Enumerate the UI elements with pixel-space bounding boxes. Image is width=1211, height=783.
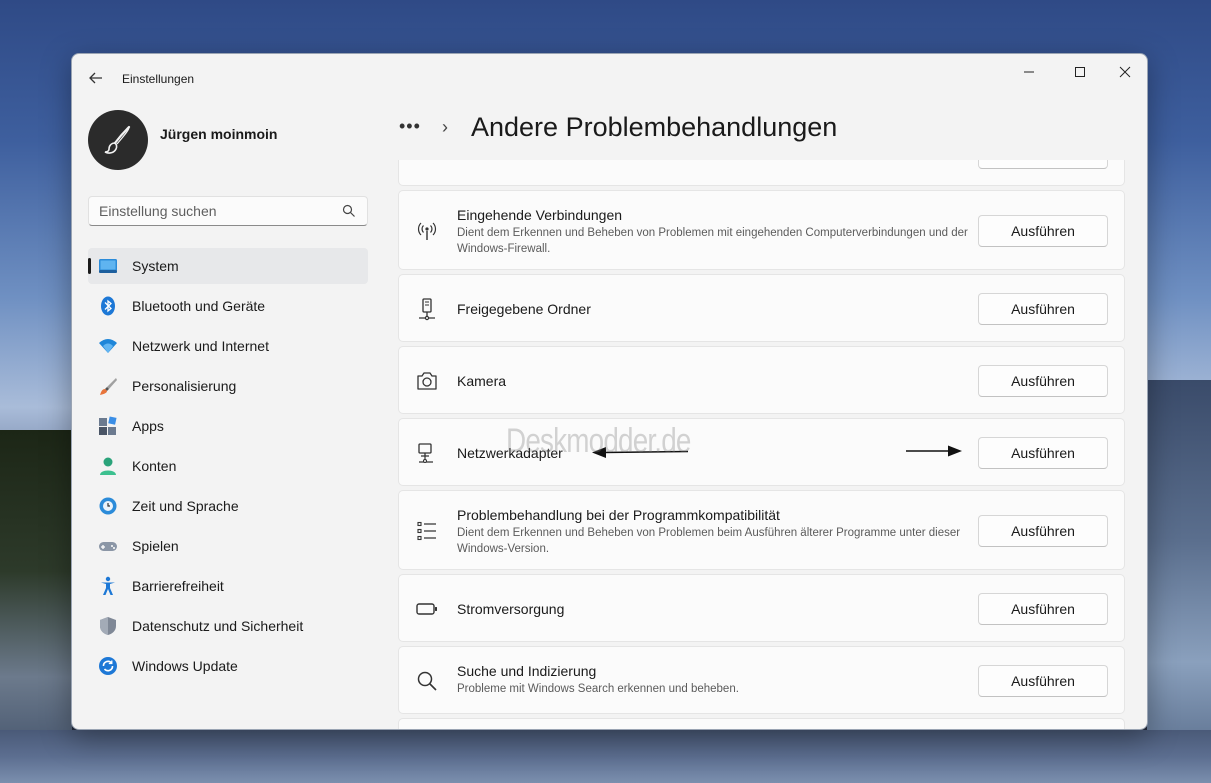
apps-icon — [99, 416, 117, 435]
sidebar-item-label: Bluetooth und Geräte — [132, 298, 266, 314]
back-button[interactable] — [86, 68, 106, 88]
run-button[interactable]: Ausführen — [978, 437, 1108, 469]
shield-icon — [100, 617, 116, 635]
selection-indicator — [88, 258, 91, 274]
sidebar-item-apps[interactable]: Apps — [88, 408, 368, 444]
paintbrush-icon — [104, 125, 131, 154]
desktop-background-bottom — [0, 730, 1211, 783]
troubleshooter-title: Stromversorgung — [457, 601, 565, 617]
run-button[interactable]: Ausführen — [978, 515, 1108, 547]
accessibility-icon — [101, 576, 115, 595]
title-bar: Einstellungen — [72, 54, 1147, 102]
run-button[interactable]: Ausführen — [978, 665, 1108, 697]
sidebar-item-accessibility[interactable]: Barrierefreiheit — [88, 568, 368, 604]
sidebar-item-label: Konten — [132, 458, 177, 474]
brush-icon — [100, 378, 117, 395]
sidebar-item-label: Windows Update — [132, 658, 238, 674]
sidebar-item-gaming[interactable]: Spielen — [88, 528, 368, 564]
list-item-search-indexing: Suche und Indizierung Probleme mit Windo… — [398, 646, 1125, 714]
close-button[interactable] — [1102, 58, 1147, 88]
camera-icon — [417, 372, 437, 390]
sidebar-item-privacy[interactable]: Datenschutz und Sicherheit — [88, 608, 368, 644]
network-adapter-icon — [418, 443, 433, 464]
run-button[interactable]: Ausführen — [978, 593, 1108, 625]
sidebar-item-network[interactable]: Netzwerk und Internet — [88, 328, 368, 364]
avatar — [88, 110, 148, 170]
run-button[interactable]: Ausführen — [978, 293, 1108, 325]
list-item-power: Stromversorgung Ausführen — [398, 574, 1125, 642]
list-icon — [417, 521, 436, 541]
bluetooth-icon — [101, 296, 115, 316]
update-icon — [99, 657, 117, 675]
app-title: Einstellungen — [122, 72, 195, 86]
search-input[interactable] — [89, 197, 329, 225]
maximize-icon — [1075, 67, 1085, 77]
maximize-button[interactable] — [1057, 58, 1103, 88]
battery-icon — [416, 603, 437, 615]
settings-window: Einstellungen Jürgen moinmoin System — [71, 53, 1148, 730]
sidebar-nav: System Bluetooth und Geräte Netzwerk und… — [88, 248, 368, 688]
breadcrumb-more-button[interactable]: ••• — [399, 116, 421, 137]
account-icon — [100, 457, 116, 475]
troubleshooter-title: Kamera — [457, 373, 507, 389]
list-item-partial-bottom — [398, 718, 1125, 729]
shared-folder-icon — [419, 298, 435, 321]
list-item-camera: Kamera Ausführen — [398, 346, 1125, 414]
antenna-icon — [417, 222, 437, 240]
close-icon — [1119, 66, 1131, 78]
sidebar-item-label: Apps — [132, 418, 164, 434]
user-name: Jürgen moinmoin — [160, 126, 278, 142]
wifi-icon — [99, 339, 117, 353]
run-button[interactable]: Ausführen — [978, 215, 1108, 247]
troubleshooter-description: Probleme mit Windows Search erkennen und… — [457, 683, 739, 695]
sidebar-item-accounts[interactable]: Konten — [88, 448, 368, 484]
list-item-partial-top — [398, 160, 1125, 186]
troubleshooter-description: Dient dem Erkennen und Beheben von Probl… — [457, 227, 968, 255]
page-title: Andere Problembehandlungen — [471, 112, 838, 142]
sidebar-item-label: Datenschutz und Sicherheit — [132, 618, 304, 634]
breadcrumb-separator: › — [442, 117, 448, 137]
troubleshooter-title: Freigegebene Ordner — [457, 301, 591, 317]
list-item-shared-folders: Freigegebene Ordner Ausführen — [398, 274, 1125, 342]
sidebar-item-label: Barrierefreiheit — [132, 578, 224, 594]
sidebar-item-time-language[interactable]: Zeit und Sprache — [88, 488, 368, 524]
search-icon[interactable] — [341, 203, 357, 219]
sidebar-item-personalization[interactable]: Personalisierung — [88, 368, 368, 404]
run-button[interactable]: Ausführen — [978, 365, 1108, 397]
back-arrow-icon — [89, 72, 102, 84]
run-button-partial[interactable] — [978, 160, 1108, 169]
troubleshooter-description: Dient dem Erkennen und Beheben von Probl… — [457, 527, 961, 555]
sidebar-item-label: Netzwerk und Internet — [132, 338, 269, 354]
list-item-program-compatibility: Problembehandlung bei der Programmkompat… — [398, 490, 1125, 570]
system-icon — [99, 259, 117, 273]
gamepad-icon — [99, 542, 117, 551]
sidebar-item-label: Zeit und Sprache — [132, 498, 239, 514]
minimize-button[interactable] — [1006, 58, 1052, 88]
troubleshooter-title: Problembehandlung bei der Programmkompat… — [457, 507, 780, 523]
sidebar-item-windows-update[interactable]: Windows Update — [88, 648, 368, 684]
settings-search-box[interactable] — [88, 196, 368, 226]
sidebar-item-bluetooth[interactable]: Bluetooth und Geräte — [88, 288, 368, 324]
watermark: Deskmodder.de — [506, 422, 691, 460]
minimize-icon — [1024, 71, 1034, 73]
desktop-background-right — [1147, 380, 1211, 783]
arrow-right-annotation — [906, 445, 962, 457]
troubleshooter-title: Eingehende Verbindungen — [457, 207, 623, 223]
sidebar-item-label: Personalisierung — [132, 378, 237, 394]
list-item-incoming-connections: Eingehende Verbindungen Dient dem Erkenn… — [398, 190, 1125, 270]
search-icon — [417, 671, 437, 691]
sidebar-item-label: Spielen — [132, 538, 179, 554]
troubleshooter-title: Suche und Indizierung — [457, 663, 597, 679]
sidebar-item-system[interactable]: System — [88, 248, 368, 284]
sidebar-item-label: System — [132, 258, 179, 274]
clock-globe-icon — [99, 497, 117, 515]
